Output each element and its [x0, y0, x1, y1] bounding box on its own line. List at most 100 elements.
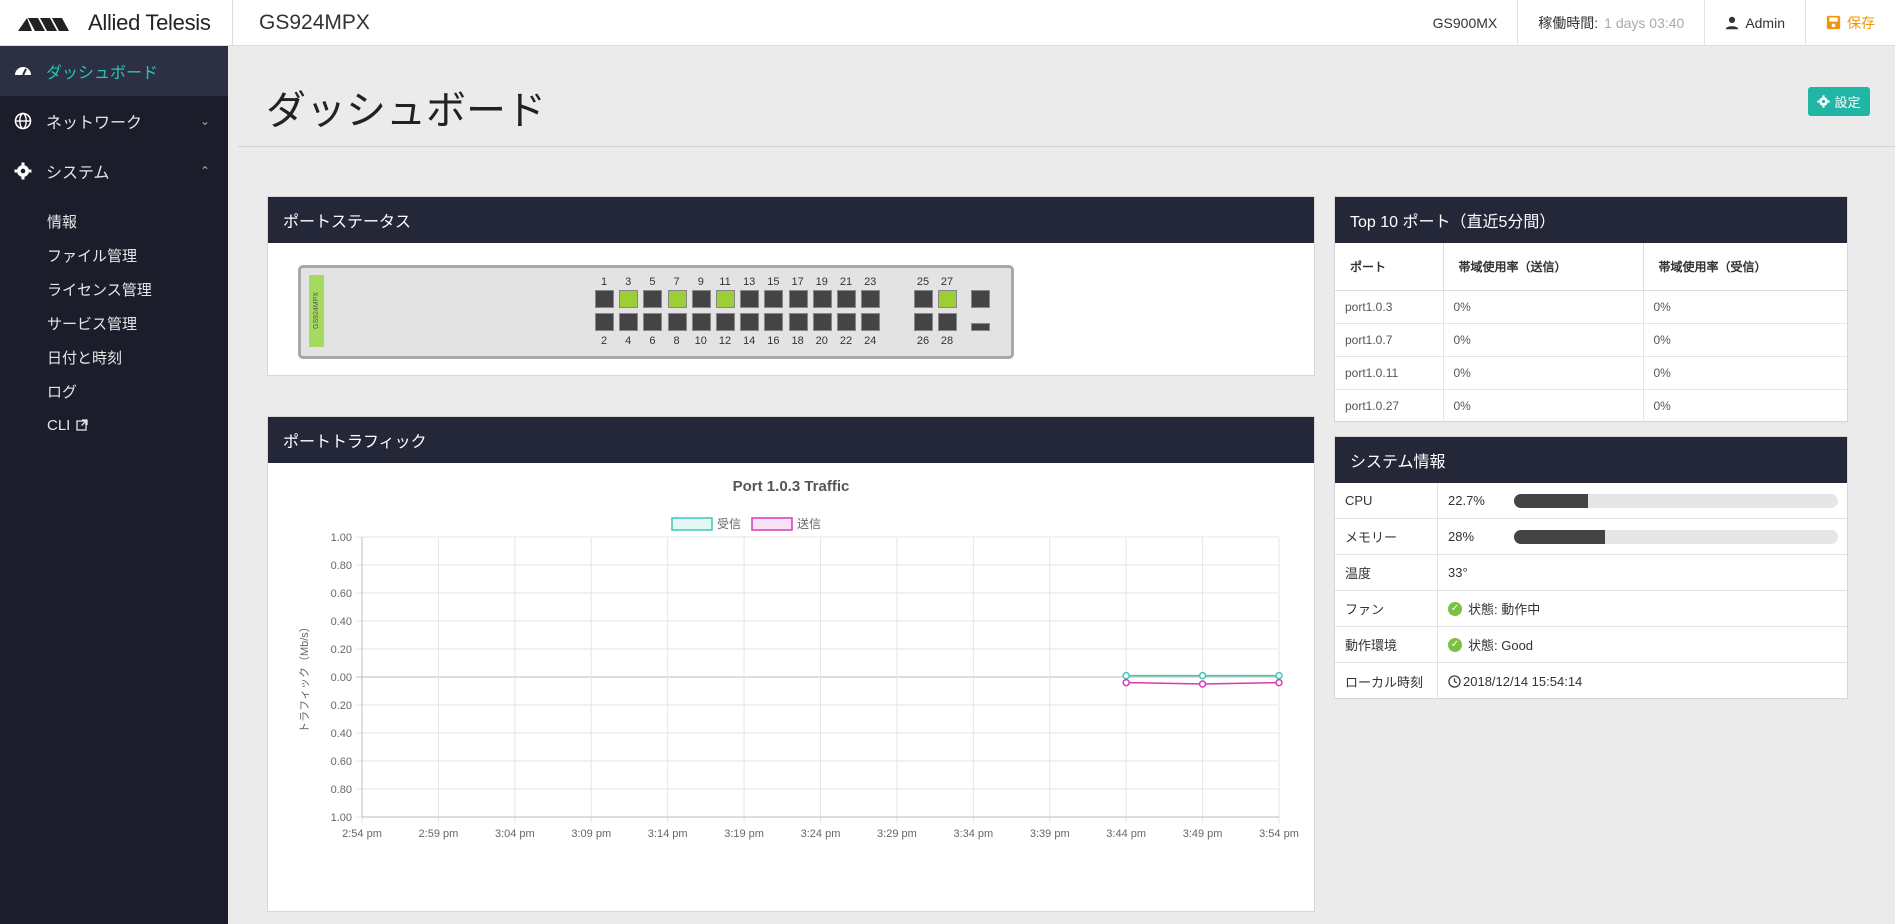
usb-port[interactable] — [971, 323, 990, 331]
panel-title: システム情報 — [1335, 437, 1847, 483]
y-tick-label: 0.80 — [331, 560, 352, 572]
port-6[interactable] — [643, 313, 663, 331]
gear-icon — [1817, 95, 1831, 108]
port-22[interactable] — [837, 313, 856, 331]
port-27[interactable] — [938, 290, 957, 308]
port-1[interactable] — [595, 290, 614, 308]
port-23[interactable] — [861, 290, 881, 308]
port-number: 20 — [815, 335, 828, 347]
port-24[interactable] — [861, 313, 881, 331]
port-4[interactable] — [619, 313, 639, 331]
save-label: 保存 — [1847, 14, 1875, 31]
port-number: 19 — [815, 276, 828, 288]
table-row: port1.0.11 0% 0% — [1335, 356, 1847, 390]
port-14[interactable] — [740, 313, 760, 331]
port-number: 18 — [791, 335, 804, 347]
port-number: 14 — [743, 335, 756, 347]
column-header[interactable]: 帯域使用率（受信） — [1643, 243, 1847, 291]
temperature-value: 33° — [1448, 565, 1468, 580]
column-header[interactable]: ポート — [1335, 243, 1444, 291]
panel-title: Top 10 ポート（直近5分間） — [1335, 197, 1847, 243]
column-header[interactable]: 帯域使用率（送信） — [1443, 243, 1644, 291]
x-tick-label: 3:49 pm — [1183, 828, 1223, 840]
system-info-panel: システム情報 CPU 22.7% メモリー 28% 温度 33° ファン ✓ 状態… — [1334, 436, 1848, 699]
port-16[interactable] — [764, 313, 784, 331]
port-25[interactable] — [914, 290, 933, 308]
allied-telesis-logo-icon — [18, 17, 69, 31]
x-tick-label: 3:44 pm — [1106, 828, 1146, 840]
sidebar-subitem-date-time[interactable]: 日付と時刻 — [0, 340, 228, 374]
divider — [238, 146, 1895, 147]
user-menu[interactable]: Admin — [1704, 0, 1805, 46]
brand-logo[interactable]: Allied Telesis — [0, 0, 232, 46]
port-17[interactable] — [788, 290, 808, 308]
sidebar-subitem-service-management[interactable]: サービス管理 — [0, 306, 228, 340]
port-18[interactable] — [788, 313, 808, 331]
x-tick-label: 2:54 pm — [342, 828, 382, 840]
port-number: 17 — [791, 276, 804, 288]
globe-icon — [14, 112, 32, 130]
data-point — [1198, 680, 1207, 688]
data-point — [1122, 671, 1130, 680]
user-icon — [1726, 16, 1739, 29]
port-15[interactable] — [764, 290, 784, 308]
y-tick-label: 1.00 — [331, 532, 352, 544]
port-5[interactable] — [643, 290, 663, 308]
switch-faceplate: GS924MPX 1 3 5 7 9 11 13 15 17 19 21 23 25 27 2 4 6 8 10 12… — [298, 265, 1014, 359]
port-21[interactable] — [837, 290, 856, 308]
port-2[interactable] — [595, 313, 614, 331]
port-7[interactable] — [667, 290, 687, 308]
sidebar: ダッシュボード ネットワーク ⌄ システム ⌃ 情報 ファイル管理 ライセンス管… — [0, 46, 228, 924]
save-button[interactable]: 保存 — [1805, 0, 1895, 46]
x-tick-label: 3:34 pm — [953, 828, 993, 840]
port-8[interactable] — [667, 313, 687, 331]
table-row: port1.0.3 0% 0% — [1335, 290, 1847, 324]
y-tick-label: 0.00 — [331, 672, 352, 684]
temperature-label: 温度 — [1335, 555, 1438, 590]
port-number: 3 — [625, 276, 632, 288]
sidebar-item-system[interactable]: システム ⌃ — [0, 146, 228, 196]
x-tick-label: 3:19 pm — [724, 828, 764, 840]
environment-label: 動作環境 — [1335, 627, 1438, 662]
uptime: 稼働時間: 1 days 03:40 — [1517, 0, 1704, 46]
port-11[interactable] — [716, 290, 735, 308]
memory-value: 28% — [1448, 529, 1475, 544]
cpu-value: 22.7% — [1448, 493, 1485, 508]
sidebar-subitem-info[interactable]: 情報 — [0, 204, 228, 238]
y-tick-label: 0.60 — [331, 588, 352, 600]
port-28[interactable] — [938, 313, 957, 331]
page-title: ダッシュボード — [266, 89, 546, 133]
console-port[interactable] — [971, 290, 990, 308]
port-20[interactable] — [812, 313, 832, 331]
sidebar-subitem-license-management[interactable]: ライセンス管理 — [0, 272, 228, 306]
y-tick-label: 0.60 — [331, 756, 352, 768]
cpu-progress-fill — [1514, 493, 1588, 508]
port-number: 5 — [649, 276, 656, 288]
port-12[interactable] — [716, 313, 735, 331]
port-traffic-panel: ポートトラフィック Port 1.0.3 Traffic 受信 送信 1.00 0.80… — [267, 416, 1315, 912]
memory-row: メモリー 28% — [1335, 519, 1847, 555]
settings-button[interactable]: 設定 — [1808, 87, 1870, 116]
data-point — [1122, 678, 1130, 687]
uptime-value: 1 days 03:40 — [1604, 14, 1685, 31]
sidebar-item-network[interactable]: ネットワーク ⌄ — [0, 96, 228, 146]
uptime-label: 稼働時間: — [1538, 14, 1599, 31]
sidebar-subitem-cli[interactable]: CLI — [0, 408, 228, 442]
cli-label: CLI — [47, 416, 71, 434]
traffic-chart: Port 1.0.3 Traffic 受信 送信 1.00 0.80 0.60 0.40 0.… — [298, 478, 1299, 840]
data-point — [1198, 671, 1207, 680]
save-icon — [1826, 15, 1841, 30]
port-number: 11 — [719, 276, 731, 288]
port-9[interactable] — [691, 290, 711, 308]
port-13[interactable] — [740, 290, 760, 308]
sidebar-subitem-file-management[interactable]: ファイル管理 — [0, 238, 228, 272]
port-number: 9 — [697, 276, 704, 288]
port-19[interactable] — [812, 290, 832, 308]
fan-value: 状態: 動作中 — [1468, 602, 1541, 617]
port-10[interactable] — [691, 313, 711, 331]
port-3[interactable] — [619, 290, 639, 308]
sidebar-item-dashboard[interactable]: ダッシュボード — [0, 46, 228, 96]
fan-row: ファン ✓ 状態: 動作中 — [1335, 591, 1847, 627]
port-26[interactable] — [914, 313, 933, 331]
sidebar-subitem-log[interactable]: ログ — [0, 374, 228, 408]
